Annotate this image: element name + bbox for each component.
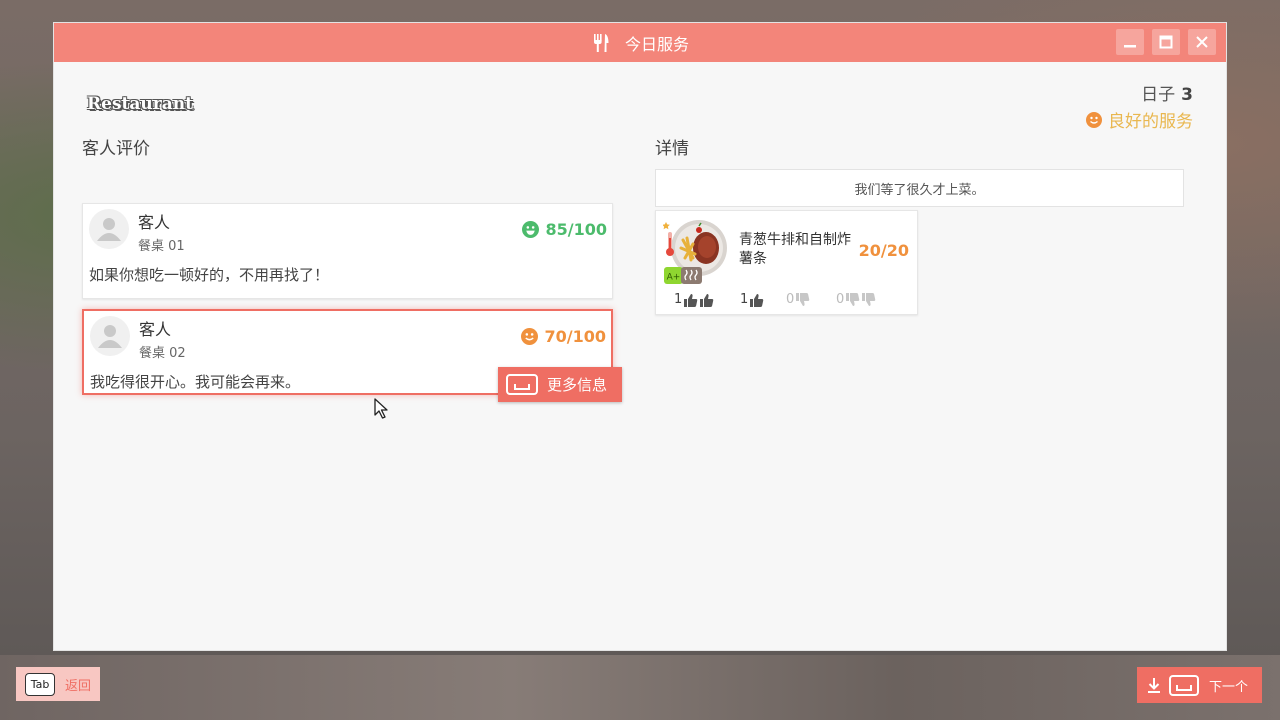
window-title: 今日服务 [624, 34, 689, 54]
table-number: 餐桌 01 [138, 239, 185, 254]
more-info-label: 更多信息 [547, 376, 608, 394]
dish-score: 20/20 [858, 241, 909, 260]
minimize-button[interactable] [1116, 29, 1144, 55]
smile-icon [1086, 111, 1102, 128]
back-label: 返回 [65, 678, 92, 694]
maximize-icon [1159, 35, 1173, 49]
service-label: 良好的服务 [1108, 112, 1193, 132]
thumbs-down-icon [796, 292, 810, 306]
table-number: 餐桌 02 [139, 346, 186, 361]
service-window: 今日服务 Restaurant 日子 3 良好的服务 客人评价 详情 客人 餐桌… [53, 22, 1227, 651]
smile-icon [521, 328, 539, 345]
rating-count: 0 [786, 292, 795, 307]
happy-face-icon [522, 221, 540, 238]
tab-key-icon: Tab [25, 672, 55, 696]
rating-good: 1 [740, 292, 765, 307]
back-button[interactable]: Tab 返回 [16, 667, 100, 701]
rating-count: 0 [836, 292, 845, 307]
review-comment: 我吃得很开心。我可能会再来。 [90, 373, 301, 391]
details-heading: 详情 [655, 139, 689, 159]
next-label: 下一个 [1209, 679, 1249, 695]
thumbs-up-icon [750, 293, 764, 307]
next-button[interactable]: 下一个 [1137, 667, 1262, 703]
double-thumbs-up-icon [684, 293, 714, 307]
reviews-heading: 客人评价 [82, 139, 150, 159]
review-score-value: 85/100 [545, 220, 607, 239]
grade-badge: A+ [667, 273, 681, 283]
space-key-icon [506, 374, 538, 395]
rating-count: 1 [740, 292, 749, 307]
day-value: 3 [1181, 85, 1193, 105]
service-rating: 良好的服务 [1086, 107, 1193, 132]
avatar [89, 209, 129, 249]
rating-excellent: 1 [674, 292, 715, 307]
dish-name: 青葱牛排和自制炸薯条 [739, 232, 851, 267]
rating-count: 1 [674, 292, 683, 307]
minimize-icon [1124, 45, 1136, 48]
user-icon [98, 325, 122, 348]
restaurant-logo: Restaurant [87, 94, 193, 114]
guest-name: 客人 [138, 213, 171, 232]
game-background-band [0, 655, 1280, 720]
rating-terrible: 0 [836, 292, 877, 307]
review-score-value: 70/100 [544, 327, 606, 346]
detail-note: 我们等了很久才上菜。 [655, 169, 1184, 207]
window-controls [1116, 29, 1216, 55]
fork-knife-icon [593, 33, 609, 52]
space-key-icon [1169, 674, 1199, 696]
close-icon [1196, 36, 1208, 48]
double-thumbs-down-icon [846, 292, 876, 306]
dish-card[interactable]: A+ 青葱牛排和自制炸薯条 20/20 1 1 0 0 [655, 210, 918, 315]
maximize-button[interactable] [1152, 29, 1180, 55]
review-comment: 如果你想吃一顿好的，不用再找了！ [89, 266, 330, 284]
close-button[interactable] [1188, 29, 1216, 55]
day-counter: 日子 3 [1141, 80, 1193, 105]
window-titlebar: 今日服务 [54, 23, 1226, 62]
guest-name: 客人 [139, 320, 172, 339]
review-score: 70/100 [521, 327, 606, 346]
review-score: 85/100 [522, 220, 607, 239]
download-arrow-icon [1148, 678, 1160, 693]
review-card-1[interactable]: 客人 餐桌 01 85/100 如果你想吃一顿好的，不用再找了！ [82, 203, 613, 299]
mouse-cursor-icon [374, 398, 388, 419]
rating-bad: 0 [786, 292, 811, 307]
steak-fries-dish-icon: A+ [663, 220, 727, 284]
more-info-button[interactable]: 更多信息 [498, 367, 622, 402]
user-icon [97, 218, 121, 241]
day-label: 日子 [1141, 85, 1176, 105]
avatar [90, 316, 130, 356]
